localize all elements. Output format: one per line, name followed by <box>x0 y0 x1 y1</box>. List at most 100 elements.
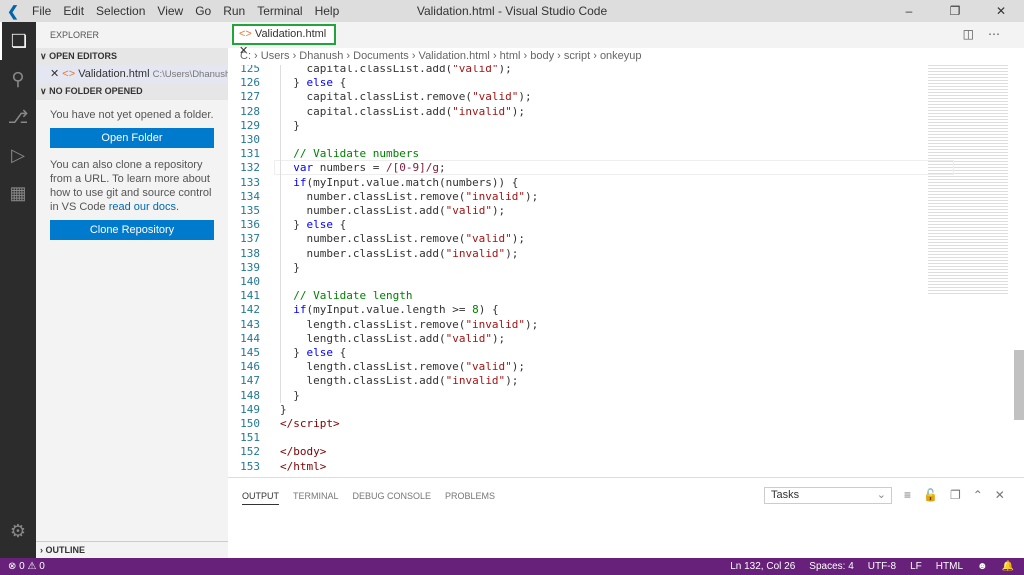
menu-file[interactable]: File <box>26 4 57 18</box>
close-panel-icon[interactable]: ✕ <box>995 488 1017 502</box>
feedback-icon[interactable]: ☻ <box>977 561 988 572</box>
menu-view[interactable]: View <box>151 4 189 18</box>
breadcrumb-item[interactable]: C: <box>240 50 251 62</box>
tab-output[interactable]: OUTPUT <box>242 491 279 505</box>
code-line[interactable]: 128 capital.classList.add("invalid"); <box>228 105 918 119</box>
breadcrumb-item[interactable]: Users <box>261 50 290 62</box>
code-line[interactable]: 140 <box>228 275 918 289</box>
explorer-icon[interactable]: ❏ <box>0 22 36 60</box>
encoding[interactable]: UTF-8 <box>868 561 896 572</box>
code-line[interactable]: 142 if(myInput.value.length >= 8) { <box>228 303 918 317</box>
clone-text-end: . <box>175 201 180 213</box>
code-line[interactable]: 125 capital.classList.add("valid"); <box>228 65 918 76</box>
clone-repository-button[interactable]: Clone Repository <box>50 220 214 240</box>
code-token: ; <box>438 161 446 175</box>
code-line[interactable]: 150 </script> <box>228 417 918 431</box>
indentation[interactable]: Spaces: 4 <box>809 561 853 572</box>
code-line[interactable]: 135 number.classList.add("valid"); <box>228 204 918 218</box>
close-icon[interactable]: ✕ <box>50 68 59 80</box>
close-window-button[interactable]: ✕ <box>978 0 1024 22</box>
search-icon[interactable]: ⚲ <box>0 60 36 98</box>
code-token: number.classList.add( <box>280 204 446 217</box>
line-number: 136 <box>240 218 260 232</box>
open-editor-item[interactable]: ✕ <> Validation.html C:\Users\Dhanush\..… <box>36 65 228 83</box>
menu-help[interactable]: Help <box>309 4 346 18</box>
line-number: 128 <box>240 104 260 118</box>
cursor-position[interactable]: Ln 132, Col 26 <box>730 561 795 572</box>
code-line[interactable]: 138 number.classList.add("invalid"); <box>228 247 918 261</box>
settings-gear-icon[interactable]: ⚙ <box>0 512 36 550</box>
code-line[interactable]: 149} <box>228 403 918 417</box>
restore-button[interactable]: ❐ <box>932 0 978 22</box>
code-line[interactable]: 136 } else { <box>228 218 918 232</box>
menu-terminal[interactable]: Terminal <box>251 4 308 18</box>
code-line[interactable]: 132 var numbers = /[0-9]/g; <box>228 161 918 175</box>
no-folder-section[interactable]: ∨ NO FOLDER OPENED <box>36 83 228 100</box>
open-editors-section[interactable]: ∨ OPEN EDITORS <box>36 48 228 65</box>
code-line[interactable]: 131 // Validate numbers <box>228 147 918 161</box>
editor-scrollbar[interactable] <box>1014 350 1024 420</box>
code-editor[interactable]: 125 capital.classList.add("valid"); 126 }… <box>228 65 1024 475</box>
run-debug-icon[interactable]: ▷ <box>0 136 36 174</box>
code-line[interactable]: 134 number.classList.remove("invalid"); <box>228 190 918 204</box>
source-control-icon[interactable]: ⎇ <box>0 98 36 136</box>
open-log-icon[interactable]: ❐ <box>950 488 973 502</box>
breadcrumb-item[interactable]: Validation.html <box>419 50 490 62</box>
code-token: else <box>306 218 334 232</box>
code-line[interactable]: 144 length.classList.add("valid"); <box>228 332 918 346</box>
extensions-icon[interactable]: ▦ <box>0 174 36 212</box>
status-bar: ⊗ 0 ⚠ 0 Ln 132, Col 26 Spaces: 4 UTF-8 LF HT… <box>0 558 1024 575</box>
code-line[interactable]: 130 <box>228 133 918 147</box>
tab-validation-html[interactable]: <> Validation.html ✕ <box>232 24 336 57</box>
breadcrumb: C: › Users › Dhanush › Documents › Valid… <box>228 48 1024 65</box>
breadcrumb-item[interactable]: body <box>530 50 554 62</box>
code-line[interactable]: 129 } <box>228 119 918 133</box>
open-folder-button[interactable]: Open Folder <box>50 128 214 148</box>
code-text: length.classList.remove("valid"); <box>280 360 525 374</box>
maximize-panel-icon[interactable]: ⌃ <box>973 488 995 502</box>
menu-edit[interactable]: Edit <box>57 4 90 18</box>
read-docs-link[interactable]: read our docs <box>109 201 176 213</box>
minimize-button[interactable]: – <box>886 0 932 22</box>
breadcrumb-item[interactable]: script <box>564 50 590 62</box>
tab-terminal[interactable]: TERMINAL <box>293 491 339 501</box>
code-line[interactable]: 141 // Validate length <box>228 289 918 303</box>
menu-run[interactable]: Run <box>217 4 251 18</box>
code-line[interactable]: 126 } else { <box>228 76 918 90</box>
breadcrumb-item[interactable]: html <box>500 50 521 62</box>
code-line[interactable]: 143 length.classList.remove("invalid"); <box>228 318 918 332</box>
menu-selection[interactable]: Selection <box>90 4 151 18</box>
code-line[interactable]: 147 length.classList.add("invalid"); <box>228 374 918 388</box>
split-editor-icon[interactable]: ◫ <box>963 27 988 41</box>
outline-section[interactable]: › OUTLINE <box>36 541 228 558</box>
code-line[interactable]: 146 length.classList.remove("valid"); <box>228 360 918 374</box>
breadcrumb-item[interactable]: onkeyup <box>600 50 642 62</box>
code-line[interactable]: 151 <box>228 431 918 445</box>
notifications-icon[interactable]: 🔔 <box>1002 561 1014 572</box>
breadcrumb-separator: › <box>251 50 261 62</box>
tab-problems[interactable]: PROBLEMS <box>445 491 495 501</box>
tab-debug-console[interactable]: DEBUG CONSOLE <box>353 491 432 501</box>
line-ending[interactable]: LF <box>910 561 922 572</box>
code-line[interactable]: 145 } else { <box>228 346 918 360</box>
problems-status[interactable]: ⊗ 0 ⚠ 0 <box>8 558 45 575</box>
code-line[interactable]: 127 capital.classList.remove("valid"); <box>228 90 918 104</box>
code-line[interactable]: 139 } <box>228 261 918 275</box>
language-mode[interactable]: HTML <box>936 561 963 572</box>
more-actions-icon[interactable]: ⋯ <box>988 27 1014 41</box>
output-channel-select[interactable]: Tasks ⌄ <box>764 487 892 504</box>
breadcrumb-item[interactable]: Dhanush <box>299 50 343 62</box>
code-line[interactable]: 133 if(myInput.value.match(numbers)) { <box>228 176 918 190</box>
code-token: ); <box>498 65 512 75</box>
breadcrumb-item[interactable]: Documents <box>353 50 409 62</box>
clear-output-icon[interactable]: ≡ <box>904 488 923 502</box>
code-line[interactable]: 148 } <box>228 389 918 403</box>
minimap[interactable] <box>928 65 1008 295</box>
code-token: length.classList.add( <box>280 331 446 345</box>
code-line[interactable]: 137 number.classList.remove("valid"); <box>228 232 918 246</box>
code-text: } <box>280 261 300 275</box>
lock-scroll-icon[interactable]: 🔓 <box>923 488 950 502</box>
code-line[interactable]: 153 </html> <box>228 460 918 474</box>
code-line[interactable]: 152 </body> <box>228 445 918 459</box>
menu-go[interactable]: Go <box>189 4 217 18</box>
